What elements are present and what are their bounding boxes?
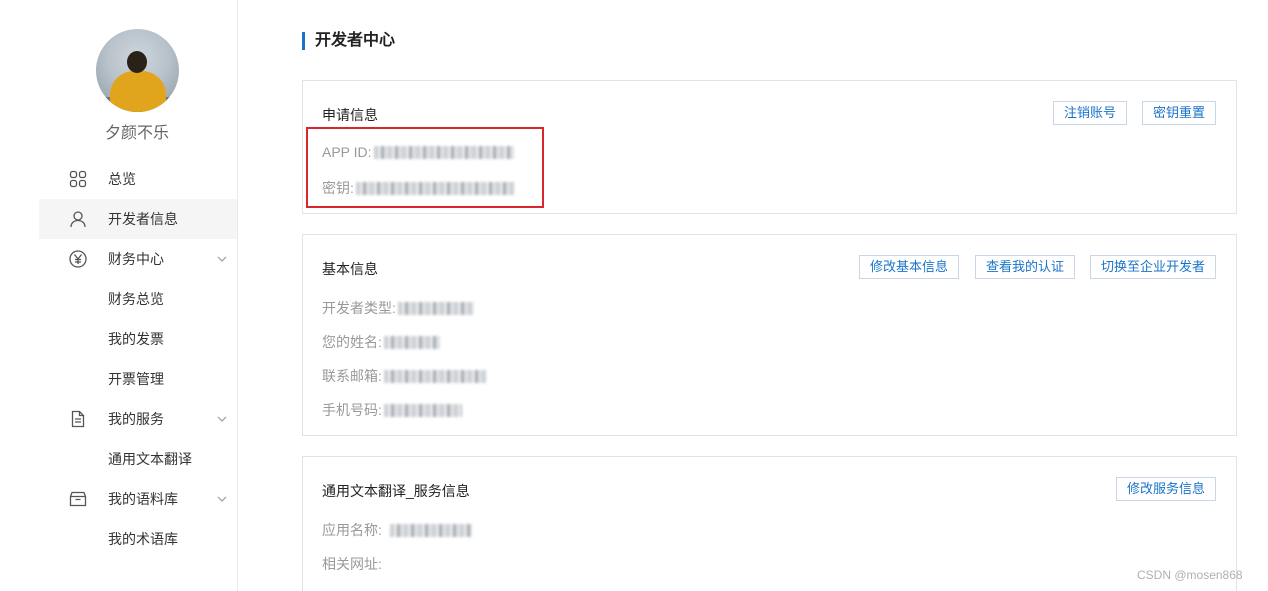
chevron-down-icon[interactable] <box>216 413 228 425</box>
switch-enterprise-developer-button[interactable]: 切换至企业开发者 <box>1090 255 1217 279</box>
redacted-value <box>389 523 472 537</box>
chevron-down-icon[interactable] <box>216 493 228 505</box>
sidebar-item-my-corpus[interactable]: 我的语料库 <box>39 479 237 519</box>
app-name-field: 应用名称: <box>322 520 472 540</box>
card-title: 通用文本翻译_服务信息 <box>322 483 470 499</box>
field-label: 您的姓名: <box>322 334 382 350</box>
sidebar-nav: 总览 开发者信息 财务中心 财务总览 我的发票 开票管理 我的服务 通用文本翻译… <box>39 159 237 559</box>
redacted-value <box>383 403 462 417</box>
yen-circle-icon <box>69 250 87 268</box>
sidebar-item-text-translation[interactable]: 通用文本翻译 <box>39 439 237 479</box>
redacted-value <box>397 301 474 315</box>
sidebar-item-label: 我的服务 <box>108 411 164 427</box>
user-icon <box>70 211 86 228</box>
sidebar: 夕颜不乐 总览 开发者信息 财务中心 财务总览 我的发票 开票管理 我的服务 通… <box>0 0 238 591</box>
sidebar-item-my-services[interactable]: 我的服务 <box>39 399 237 439</box>
sidebar-item-finance-overview[interactable]: 财务总览 <box>39 279 237 319</box>
sidebar-item-label: 总览 <box>108 171 136 187</box>
deregister-account-button[interactable]: 注销账号 <box>1053 101 1128 125</box>
sidebar-item-label: 我的术语库 <box>108 531 178 547</box>
reset-key-button[interactable]: 密钥重置 <box>1142 101 1217 125</box>
chevron-down-icon[interactable] <box>216 253 228 265</box>
page-title: 开发者中心 <box>302 32 395 50</box>
card-title: 基本信息 <box>322 261 378 277</box>
sidebar-item-label: 财务总览 <box>108 291 164 307</box>
field-label: 开发者类型: <box>322 300 396 316</box>
grid-icon <box>69 170 87 188</box>
username: 夕颜不乐 <box>104 125 169 142</box>
avatar-person-head <box>127 51 147 73</box>
sidebar-item-label: 财务中心 <box>108 251 164 267</box>
service-info-card: 通用文本翻译_服务信息 修改服务信息 应用名称: 相关网址: <box>302 456 1237 591</box>
redacted-value <box>383 369 486 383</box>
sidebar-item-finance[interactable]: 财务中心 <box>39 239 237 279</box>
sidebar-item-overview[interactable]: 总览 <box>39 159 237 199</box>
watermark: CSDN @mosen868 <box>1137 568 1243 582</box>
view-certification-button[interactable]: 查看我的认证 <box>975 255 1076 279</box>
card-title: 申请信息 <box>322 107 378 123</box>
sidebar-item-label: 通用文本翻译 <box>108 451 192 467</box>
document-icon <box>71 410 85 428</box>
field-label: 手机号码: <box>322 402 382 418</box>
developer-type-field: 开发者类型: <box>322 298 474 318</box>
sidebar-item-my-invoices[interactable]: 我的发票 <box>39 319 237 359</box>
sidebar-item-developer-info[interactable]: 开发者信息 <box>39 199 237 239</box>
basic-info-card: 基本信息 修改基本信息 查看我的认证 切换至企业开发者 开发者类型: 您的姓名:… <box>302 234 1237 436</box>
field-label: 相关网址: <box>322 556 382 572</box>
email-field: 联系邮箱: <box>322 366 486 386</box>
field-label: 应用名称: <box>322 522 382 538</box>
redacted-value <box>383 335 440 349</box>
field-label: 联系邮箱: <box>322 368 382 384</box>
related-url-field: 相关网址: <box>322 554 382 574</box>
sidebar-item-label: 我的发票 <box>108 331 164 347</box>
annotation-highlight-box <box>306 127 544 208</box>
sidebar-item-label: 我的语料库 <box>108 491 178 507</box>
edit-basic-info-button[interactable]: 修改基本信息 <box>859 255 960 279</box>
sidebar-item-my-termbase[interactable]: 我的术语库 <box>39 519 237 559</box>
sidebar-item-invoice-management[interactable]: 开票管理 <box>39 359 237 399</box>
avatar-person-body <box>110 71 166 112</box>
phone-field: 手机号码: <box>322 400 462 420</box>
sidebar-item-label: 开票管理 <box>108 371 164 387</box>
name-field: 您的姓名: <box>322 332 440 352</box>
archive-box-icon <box>69 491 87 507</box>
sidebar-item-label: 开发者信息 <box>108 211 178 227</box>
avatar[interactable] <box>96 29 179 112</box>
edit-service-info-button[interactable]: 修改服务信息 <box>1116 477 1217 501</box>
